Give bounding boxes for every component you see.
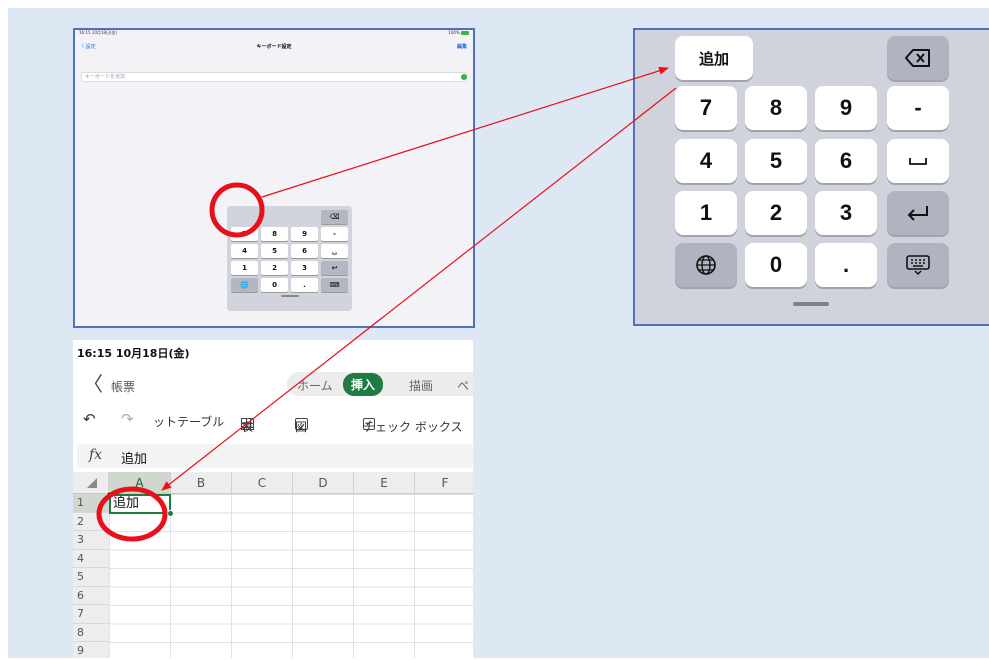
add-icon[interactable] bbox=[461, 74, 467, 80]
mini-key-2[interactable]: 2 bbox=[261, 261, 288, 275]
tab-insert[interactable]: 挿入 bbox=[343, 373, 384, 396]
mini-hide-keyboard-icon[interactable]: ⌨ bbox=[321, 278, 348, 292]
undo-icon[interactable]: ↶ bbox=[83, 410, 96, 428]
column-header-f[interactable]: F bbox=[415, 472, 473, 494]
battery-icon bbox=[461, 31, 469, 35]
add-key[interactable]: 追加 bbox=[675, 36, 753, 80]
add-keyboard-field[interactable]: キーボードを追加 bbox=[81, 72, 467, 82]
enter-icon[interactable] bbox=[887, 191, 949, 235]
mini-key-4[interactable]: 4 bbox=[231, 244, 258, 258]
column-header-a[interactable]: A bbox=[109, 472, 171, 494]
column-header-e[interactable]: E bbox=[354, 472, 415, 494]
page-title: キーボード設定 bbox=[256, 44, 292, 50]
mini-drag-handle[interactable] bbox=[280, 295, 299, 297]
row-header-1[interactable]: 1 bbox=[73, 494, 109, 513]
mini-key-1[interactable]: 1 bbox=[231, 261, 258, 275]
selection-handle-bottom-right[interactable] bbox=[167, 510, 174, 517]
key-2[interactable]: 2 bbox=[745, 191, 807, 235]
key-5[interactable]: 5 bbox=[745, 139, 807, 183]
space-icon[interactable] bbox=[887, 139, 949, 183]
tab-draw[interactable]: 描画 bbox=[409, 377, 433, 394]
key-9[interactable]: 9 bbox=[815, 86, 877, 130]
formula-bar[interactable]: fx 追加 bbox=[77, 444, 473, 468]
cell-a1[interactable]: 追加 bbox=[109, 494, 171, 514]
key-3[interactable]: 3 bbox=[815, 191, 877, 235]
mini-key-3[interactable]: 3 bbox=[291, 261, 318, 275]
edit-button[interactable]: 編集 bbox=[457, 43, 467, 50]
redo-icon[interactable]: ↷ bbox=[121, 410, 134, 428]
mini-space-icon[interactable]: ␣ bbox=[321, 244, 348, 258]
select-all-icon bbox=[87, 478, 97, 488]
row-header-8[interactable]: 8 bbox=[73, 623, 109, 642]
select-all-corner[interactable] bbox=[73, 472, 109, 494]
tab-page[interactable]: ペ bbox=[457, 377, 469, 394]
key-8[interactable]: 8 bbox=[745, 86, 807, 130]
mini-key-5[interactable]: 5 bbox=[261, 244, 288, 258]
key-minus[interactable]: - bbox=[887, 86, 949, 130]
mini-key-9[interactable]: 9 bbox=[291, 227, 318, 241]
key-1[interactable]: 1 bbox=[675, 191, 737, 235]
key-dot[interactable]: . bbox=[815, 243, 877, 287]
mini-key-0[interactable]: 0 bbox=[261, 278, 288, 292]
mini-globe-icon[interactable]: 🌐 bbox=[231, 278, 258, 292]
navigation-bar: 〈 設定 キーボード設定 編集 bbox=[75, 40, 473, 54]
row-header-4[interactable]: 4 bbox=[73, 549, 109, 568]
status-bar: 16:15 10月18日(金) 100% bbox=[75, 30, 473, 36]
key-0[interactable]: 0 bbox=[745, 243, 807, 287]
back-icon[interactable]: 〈 bbox=[83, 374, 103, 394]
key-4[interactable]: 4 bbox=[675, 139, 737, 183]
drag-handle[interactable] bbox=[793, 302, 829, 306]
key-7[interactable]: 7 bbox=[675, 86, 737, 130]
mini-key-dot[interactable]: . bbox=[291, 278, 318, 292]
hide-keyboard-icon[interactable] bbox=[887, 243, 949, 287]
column-header-c[interactable]: C bbox=[232, 472, 293, 494]
pivot-table-button[interactable]: ットテーブル bbox=[153, 413, 224, 430]
ribbon-tabs: ホーム 挿入 描画 ペ bbox=[287, 372, 473, 396]
mini-key-7[interactable]: 7 bbox=[231, 227, 258, 241]
status-time: 16:15 10月18日(金) bbox=[79, 30, 118, 35]
tab-home[interactable]: ホーム bbox=[297, 377, 333, 394]
chevron-down-icon: ⌵ bbox=[295, 418, 305, 432]
row-header-2[interactable]: 2 bbox=[73, 512, 109, 531]
title-bar: 〈 帳票 ホーム 挿入 描画 ペ bbox=[73, 370, 473, 400]
insert-ribbon: ↶ ↷ ットテーブル 表 図 ⌵ ✓ チェック ボックス bbox=[83, 410, 463, 434]
cell-area[interactable] bbox=[109, 494, 473, 658]
zoomed-numeric-keyboard: 追加 7 8 9 - 4 5 6 1 2 3 0 . bbox=[633, 28, 989, 326]
excel-screenshot: 16:15 10月18日(金) 〈 帳票 ホーム 挿入 描画 ペ ↶ ↷ ットテ… bbox=[73, 340, 473, 658]
ipad-keyboard-settings-screenshot: 16:15 10月18日(金) 100% 〈 設定 キーボード設定 編集 キーボ… bbox=[73, 28, 475, 328]
globe-icon[interactable] bbox=[675, 243, 737, 287]
mini-key-8[interactable]: 8 bbox=[261, 227, 288, 241]
mini-key-empty bbox=[261, 210, 288, 224]
mini-numeric-keyboard: ⌫ 7 8 9 - 4 5 6 ␣ 1 2 3 ↩ 🌐 0 . ⌨ bbox=[227, 206, 352, 311]
formula-value[interactable]: 追加 bbox=[121, 448, 147, 467]
mini-key-6[interactable]: 6 bbox=[291, 244, 318, 258]
column-header-d[interactable]: D bbox=[293, 472, 354, 494]
row-header-7[interactable]: 7 bbox=[73, 605, 109, 624]
column-header-b[interactable]: B bbox=[171, 472, 232, 494]
status-time: 16:15 10月18日(金) bbox=[77, 347, 190, 360]
mini-key-minus[interactable]: - bbox=[321, 227, 348, 241]
fx-icon: fx bbox=[89, 447, 103, 463]
document-name: 帳票 bbox=[111, 380, 136, 394]
battery-indicator: 100% bbox=[448, 30, 469, 35]
row-header-3[interactable]: 3 bbox=[73, 531, 109, 550]
row-header-9[interactable]: 9 bbox=[73, 642, 109, 658]
selection-handle-top-left[interactable] bbox=[106, 491, 113, 498]
key-6[interactable]: 6 bbox=[815, 139, 877, 183]
mini-key-empty bbox=[231, 210, 258, 224]
delete-icon[interactable] bbox=[887, 36, 949, 80]
row-header-6[interactable]: 6 bbox=[73, 586, 109, 605]
row-header-5[interactable]: 5 bbox=[73, 568, 109, 587]
mini-key-empty bbox=[291, 210, 318, 224]
mini-delete-icon[interactable]: ⌫ bbox=[321, 210, 348, 224]
mini-enter-icon[interactable]: ↩ bbox=[321, 261, 348, 275]
